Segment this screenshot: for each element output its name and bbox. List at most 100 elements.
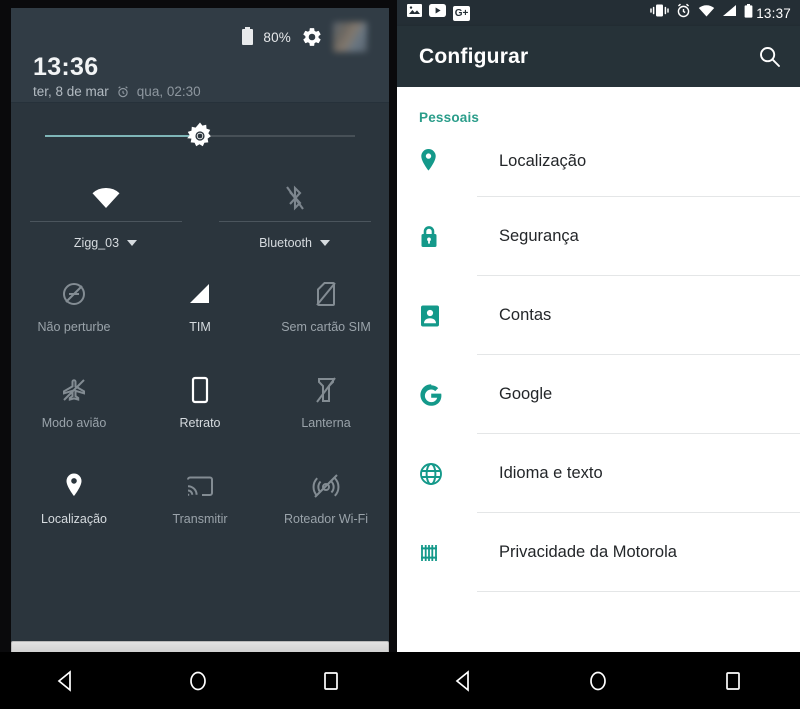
tile-wifi-label-row: Zigg_03 bbox=[73, 236, 138, 250]
tile-label: Transmitir bbox=[172, 512, 228, 526]
tile-location[interactable]: Localização bbox=[11, 456, 137, 552]
section-header-pessoais: Pessoais bbox=[419, 110, 480, 125]
vibrate-icon bbox=[650, 3, 669, 23]
screenshot-image-icon bbox=[407, 3, 422, 23]
account-person-icon bbox=[419, 304, 453, 328]
battery-icon bbox=[242, 27, 254, 45]
tile-flashlight[interactable]: Lanterna bbox=[263, 360, 389, 456]
quick-settings-screen: 80% 13:36 ter, 8 de mar qua, 02:30 Zigg_… bbox=[0, 0, 397, 709]
page-title: Configurar bbox=[419, 44, 529, 68]
tile-wifi-label: Zigg_03 bbox=[73, 236, 120, 250]
tile-cast[interactable]: Transmitir bbox=[137, 456, 263, 552]
tile-wifi-hotspot[interactable]: Roteador Wi-Fi bbox=[263, 456, 389, 552]
settings-screen: G+ 13:37 Configurar Pessoais Localização… bbox=[397, 0, 800, 709]
notification-shade: 80% 13:36 ter, 8 de mar qua, 02:30 Zigg_… bbox=[11, 8, 389, 642]
list-item-label: Localização bbox=[499, 151, 587, 170]
tile-label: TIM bbox=[189, 320, 211, 334]
gear-icon[interactable] bbox=[301, 26, 323, 48]
chevron-down-icon[interactable] bbox=[319, 240, 330, 246]
youtube-icon bbox=[429, 4, 446, 22]
system-status-icons bbox=[650, 3, 753, 23]
tile-no-sim[interactable]: Sem cartão SIM bbox=[263, 264, 389, 360]
tile-rotation[interactable]: Retrato bbox=[137, 360, 263, 456]
notification-icons: G+ bbox=[407, 3, 470, 23]
home-icon[interactable] bbox=[170, 661, 226, 701]
brightness-slider[interactable] bbox=[11, 103, 389, 169]
battery-percent: 80% bbox=[263, 29, 291, 45]
tile-label: Não perturbe bbox=[37, 320, 111, 334]
tile-rule bbox=[218, 221, 371, 222]
navigation-bar-right bbox=[397, 652, 800, 709]
alarm-icon bbox=[676, 3, 691, 23]
alarm-icon bbox=[116, 85, 130, 99]
signal-bars-icon bbox=[722, 4, 737, 22]
list-item-label: Idioma e texto bbox=[499, 464, 603, 482]
brightness-track[interactable] bbox=[45, 122, 355, 147]
shade-header: 80% 13:36 ter, 8 de mar qua, 02:30 bbox=[11, 8, 389, 103]
battery-icon bbox=[744, 3, 753, 23]
tile-rule bbox=[29, 221, 182, 222]
home-icon[interactable] bbox=[570, 661, 626, 701]
tile-airplane-mode[interactable]: Modo avião bbox=[11, 360, 137, 456]
shade-clock-block: 13:36 ter, 8 de mar qua, 02:30 bbox=[11, 50, 389, 99]
tile-label: Modo avião bbox=[41, 416, 107, 430]
tile-bluetooth[interactable]: Bluetooth bbox=[200, 169, 389, 264]
recents-icon[interactable] bbox=[303, 661, 359, 701]
tile-label: Lanterna bbox=[301, 416, 351, 430]
lock-icon bbox=[419, 224, 453, 250]
bluetooth-off-icon bbox=[284, 181, 306, 215]
signal-bars-icon bbox=[187, 278, 213, 310]
top-tiles-row: Zigg_03 Bluetooth bbox=[11, 169, 389, 264]
do-not-disturb-icon bbox=[61, 278, 87, 310]
chevron-down-icon[interactable] bbox=[127, 240, 138, 246]
list-item-google[interactable]: Google bbox=[397, 355, 800, 434]
tile-label: Localização bbox=[40, 512, 107, 526]
motorola-privacy-icon bbox=[419, 542, 453, 564]
back-icon[interactable] bbox=[38, 661, 94, 701]
search-icon[interactable] bbox=[756, 44, 782, 70]
google-g-icon bbox=[419, 383, 453, 407]
no-sim-card-icon bbox=[314, 278, 338, 310]
wifi-hotspot-off-icon bbox=[312, 470, 340, 502]
recents-icon[interactable] bbox=[705, 661, 761, 701]
alarm-text: qua, 02:30 bbox=[136, 84, 201, 99]
google-plus-icon: G+ bbox=[453, 5, 470, 21]
clock-subline: ter, 8 de mar qua, 02:30 bbox=[33, 84, 389, 99]
brightness-fill bbox=[45, 135, 200, 137]
navigation-bar-left bbox=[0, 652, 397, 709]
list-item-seguranca[interactable]: Segurança bbox=[397, 197, 800, 276]
list-item-privacidade-da-motorola[interactable]: Privacidade da Motorola bbox=[397, 513, 800, 592]
status-bar-clock: 13:37 bbox=[756, 5, 791, 21]
list-divider bbox=[477, 591, 800, 592]
location-pin-icon bbox=[419, 148, 453, 174]
tile-label: Roteador Wi-Fi bbox=[283, 512, 369, 526]
clock-time: 13:36 bbox=[33, 53, 99, 81]
list-item-label: Google bbox=[499, 385, 553, 403]
tile-bluetooth-label: Bluetooth bbox=[259, 236, 312, 250]
tile-bluetooth-label-row: Bluetooth bbox=[259, 236, 330, 250]
list-item-contas[interactable]: Contas bbox=[397, 276, 800, 355]
list-item-label: Privacidade da Motorola bbox=[499, 543, 677, 561]
flashlight-off-icon bbox=[315, 374, 337, 406]
wifi-icon bbox=[698, 4, 715, 22]
settings-list: Pessoais Localização Segurança Contas Go… bbox=[397, 87, 800, 652]
quick-tiles-grid: Não perturbe TIM Sem cartão SIM Modo avi… bbox=[11, 264, 389, 552]
list-item-localizacao[interactable]: Localização bbox=[397, 125, 800, 197]
tile-do-not-disturb[interactable]: Não perturbe bbox=[11, 264, 137, 360]
tile-label: Retrato bbox=[179, 416, 221, 430]
action-bar: Configurar bbox=[397, 26, 800, 87]
wifi-icon bbox=[91, 181, 121, 215]
portrait-rotation-icon bbox=[190, 374, 210, 406]
shade-status-row: 80% bbox=[11, 8, 389, 52]
clock-date: ter, 8 de mar bbox=[33, 84, 109, 99]
globe-language-icon bbox=[419, 462, 453, 486]
avatar[interactable] bbox=[333, 22, 367, 52]
list-item-label: Segurança bbox=[499, 227, 579, 245]
back-icon[interactable] bbox=[436, 661, 492, 701]
tile-label: Sem cartão SIM bbox=[281, 320, 371, 334]
tile-mobile-signal[interactable]: TIM bbox=[137, 264, 263, 360]
list-item-label: Contas bbox=[499, 306, 552, 324]
tile-wifi[interactable]: Zigg_03 bbox=[11, 169, 200, 264]
brightness-sun-icon[interactable] bbox=[185, 121, 215, 151]
list-item-idioma-e-texto[interactable]: Idioma e texto bbox=[397, 434, 800, 513]
